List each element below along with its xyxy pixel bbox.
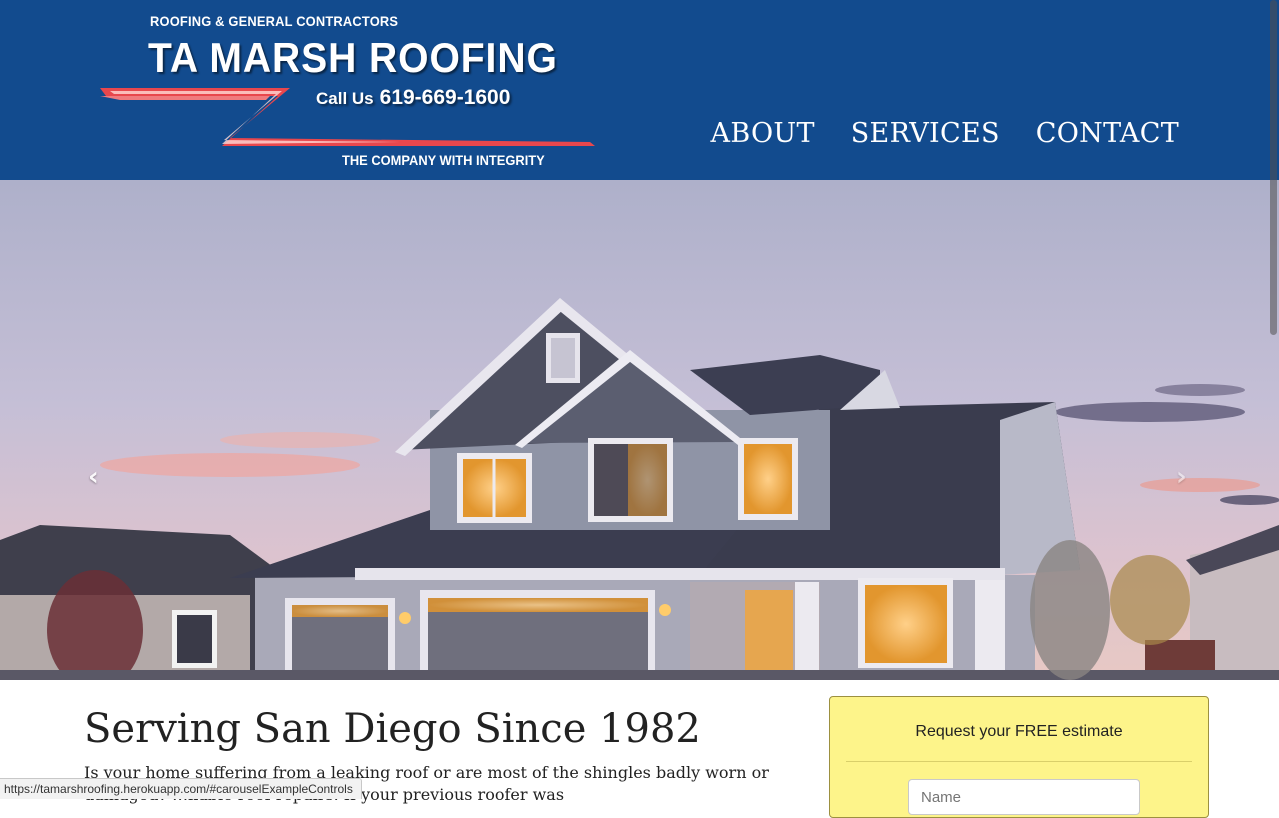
logo-brand-name: TA MARSH ROOFING xyxy=(148,34,558,81)
main-nav: ABOUT SERVICES CONTACT xyxy=(711,118,1179,149)
estimate-form-title: Request your FREE estimate xyxy=(915,723,1123,740)
name-input[interactable] xyxy=(908,779,1140,815)
nav-services[interactable]: SERVICES xyxy=(851,118,1000,149)
estimate-form-divider xyxy=(846,761,1192,762)
phone-number: 619-669-1600 xyxy=(379,86,511,109)
hero-carousel: ‹ › xyxy=(0,180,1279,680)
estimate-form: Request your FREE estimate xyxy=(829,696,1209,818)
page-heading: Serving San Diego Since 1982 xyxy=(84,706,701,752)
chevron-left-icon[interactable]: ‹ xyxy=(88,462,99,492)
page-scrollbar[interactable] xyxy=(1270,0,1277,335)
nav-contact[interactable]: CONTACT xyxy=(1036,118,1179,149)
logo-tagline-top: ROOFING & GENERAL CONTRACTORS xyxy=(150,13,399,29)
nav-about[interactable]: ABOUT xyxy=(711,118,815,149)
site-header: ROOFING & GENERAL CONTRACTORS TA MARSH R… xyxy=(0,0,1279,180)
hero-house-image xyxy=(0,180,1279,680)
logo-phone: Call Us 619-669-1600 xyxy=(316,86,510,110)
logo-tagline-bottom: THE COMPANY WITH INTEGRITY xyxy=(342,152,545,168)
browser-status-bar: https://tamarshroofing.herokuapp.com/#ca… xyxy=(0,778,362,799)
company-logo[interactable]: ROOFING & GENERAL CONTRACTORS TA MARSH R… xyxy=(100,8,595,178)
call-us-label: Call Us xyxy=(316,89,374,108)
chevron-right-icon[interactable]: › xyxy=(1176,462,1187,492)
